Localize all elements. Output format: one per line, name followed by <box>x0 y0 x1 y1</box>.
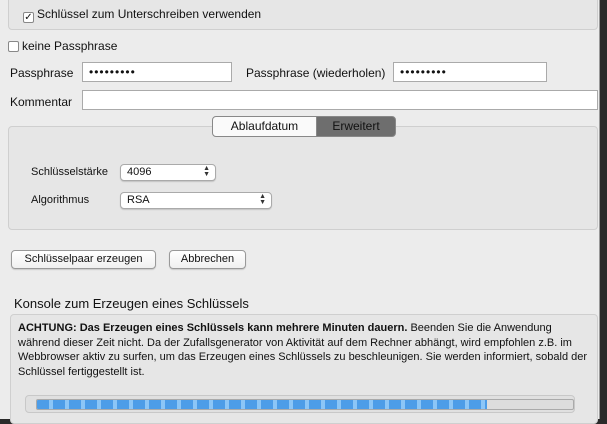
warning-bold: ACHTUNG: Das Erzeugen eines Schlüssels k… <box>18 322 408 334</box>
passphrase-repeat-label: Passphrase (wiederholen) <box>246 66 386 80</box>
passphrase-input[interactable]: ••••••••• <box>82 62 232 82</box>
passphrase-label: Passphrase <box>10 66 74 80</box>
console-panel: ACHTUNG: Das Erzeugen eines Schlüssels k… <box>10 314 598 424</box>
cancel-button[interactable]: Abbrechen <box>169 250 246 269</box>
console-message: ACHTUNG: Das Erzeugen eines Schlüssels k… <box>18 321 588 379</box>
signing-checkbox[interactable]: ✓ Schlüssel zum Unterschreiben verwenden <box>23 7 261 23</box>
key-strength-label: Schlüsselstärke <box>31 166 109 178</box>
checkbox-checked-icon: ✓ <box>23 12 34 23</box>
progress-bar <box>36 399 574 410</box>
checkbox-unchecked-icon <box>8 41 19 52</box>
comment-input[interactable] <box>82 90 598 110</box>
tab-panel <box>8 126 598 230</box>
key-strength-select[interactable]: 4096 ▲ ▼ <box>120 164 216 181</box>
comment-label: Kommentar <box>10 95 73 109</box>
console-title: Konsole zum Erzeugen eines Schlüssels <box>14 296 249 311</box>
tab-ablaufdatum[interactable]: Ablaufdatum <box>212 116 317 137</box>
signing-panel: ✓ Schlüssel zum Unterschreiben verwenden <box>8 0 598 30</box>
algorithm-value: RSA <box>127 194 150 206</box>
generate-keypair-button[interactable]: Schlüsselpaar erzeugen <box>11 250 156 269</box>
algorithm-select[interactable]: RSA ▲ ▼ <box>120 192 272 209</box>
key-strength-value: 4096 <box>127 166 152 178</box>
algorithm-label: Algorithmus <box>31 194 90 206</box>
key-generation-window: ✓ Schlüssel zum Unterschreiben verwenden … <box>0 0 600 424</box>
passphrase-repeat-input[interactable]: ••••••••• <box>393 62 547 82</box>
signing-label: Schlüssel zum Unterschreiben verwenden <box>37 7 262 21</box>
no-passphrase-checkbox[interactable]: keine Passphrase <box>8 39 117 53</box>
no-passphrase-label: keine Passphrase <box>22 39 118 53</box>
updown-arrows-icon: ▲ ▼ <box>259 193 266 206</box>
updown-arrows-icon: ▲ ▼ <box>203 165 210 178</box>
progress-fill <box>37 400 488 409</box>
progress-track <box>25 395 575 413</box>
tab-erweitert[interactable]: Erweitert <box>316 116 396 137</box>
